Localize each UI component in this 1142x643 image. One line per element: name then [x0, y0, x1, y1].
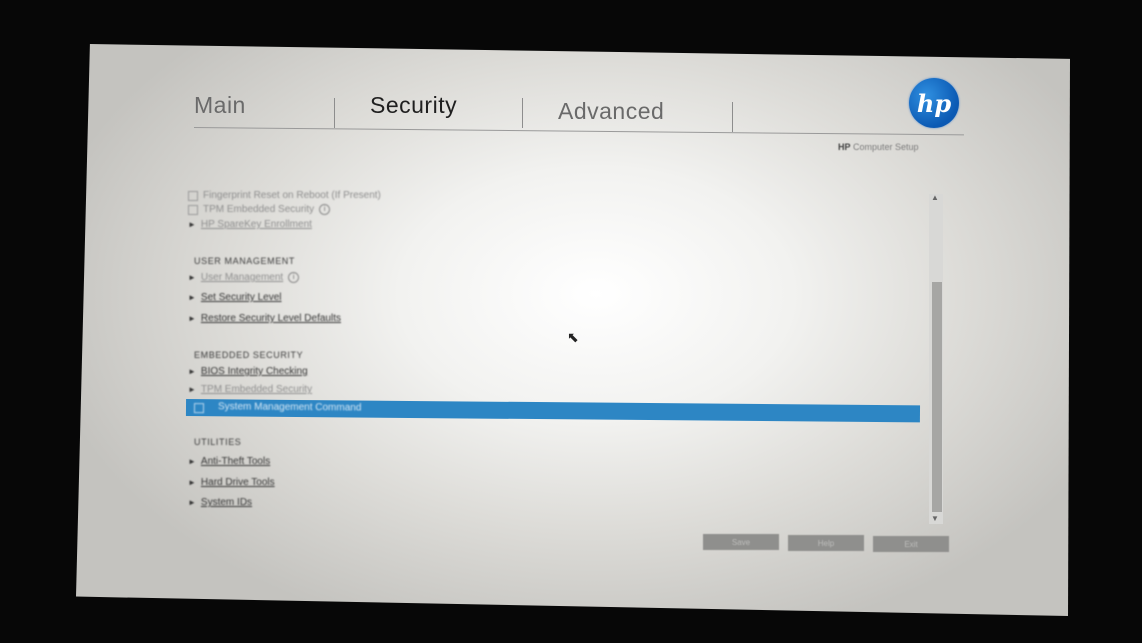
- section-heading: UTILITIES: [194, 437, 242, 447]
- section-heading: USER MANAGEMENT: [194, 256, 296, 266]
- bios-screen: Main Security Advanced hp HP Computer Se…: [76, 44, 1070, 616]
- arrow-right-icon: ►: [188, 293, 196, 302]
- scroll-down-icon[interactable]: ▼: [931, 514, 939, 523]
- list-item[interactable]: ► TPM Embedded Security: [188, 384, 312, 395]
- list-item[interactable]: TPM Embedded Security i: [188, 204, 331, 215]
- exit-button[interactable]: Exit: [873, 536, 949, 552]
- section-heading: EMBEDDED SECURITY: [194, 350, 304, 360]
- tab-bar: Main Security Advanced: [194, 92, 754, 132]
- scrollbar-thumb[interactable]: [932, 282, 942, 512]
- help-button[interactable]: Help: [788, 535, 864, 551]
- tab-divider: [334, 98, 335, 128]
- list-item[interactable]: ► Restore Security Level Defaults: [188, 313, 341, 324]
- checkbox[interactable]: [193, 403, 205, 414]
- list-item[interactable]: ► Anti-Theft Tools: [188, 456, 270, 467]
- list-item[interactable]: ► User Management i: [188, 272, 300, 283]
- tab-main[interactable]: Main: [194, 92, 246, 119]
- hp-logo: hp: [909, 78, 959, 128]
- logo-caption: HP Computer Setup: [838, 142, 919, 152]
- info-icon[interactable]: i: [288, 272, 300, 283]
- checkbox[interactable]: [188, 190, 198, 201]
- arrow-right-icon: ►: [188, 367, 196, 376]
- scroll-up-icon[interactable]: ▲: [931, 193, 939, 202]
- arrow-right-icon: ►: [188, 478, 196, 487]
- mouse-pointer-icon: ⬉: [567, 329, 579, 345]
- arrow-right-icon: ►: [188, 220, 196, 229]
- checkbox[interactable]: [188, 204, 198, 215]
- arrow-right-icon: ►: [188, 498, 196, 507]
- list-item[interactable]: ► HP SpareKey Enrollment: [188, 219, 312, 230]
- tab-security[interactable]: Security: [370, 92, 457, 119]
- selected-list-item[interactable]: System Management Command: [185, 399, 921, 423]
- arrow-right-icon: ►: [188, 314, 196, 323]
- tab-advanced[interactable]: Advanced: [558, 98, 664, 125]
- info-icon[interactable]: i: [319, 204, 331, 215]
- list-item[interactable]: ► Hard Drive Tools: [188, 477, 275, 488]
- list-item[interactable]: Fingerprint Reset on Reboot (If Present): [188, 190, 381, 201]
- list-item[interactable]: ► Set Security Level: [188, 292, 282, 303]
- arrow-right-icon: ►: [188, 385, 196, 394]
- list-item[interactable]: ► System IDs: [188, 497, 252, 508]
- save-button[interactable]: Save: [703, 534, 779, 550]
- arrow-right-icon: ►: [188, 457, 196, 466]
- tab-divider: [522, 98, 523, 128]
- list-item[interactable]: ► BIOS Integrity Checking: [188, 366, 308, 377]
- tab-divider: [732, 102, 733, 132]
- arrow-right-icon: ►: [188, 273, 196, 282]
